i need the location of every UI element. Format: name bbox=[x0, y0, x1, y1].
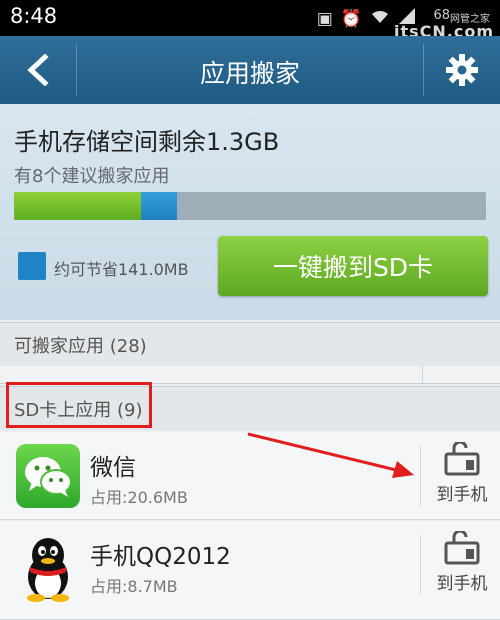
phone-move-icon bbox=[444, 531, 480, 565]
storage-remaining: 手机存储空间剩余1.3GB bbox=[14, 128, 280, 156]
app-name: 手机QQ2012 bbox=[90, 544, 231, 570]
app-name: 微信 bbox=[90, 455, 136, 481]
app-row-qq[interactable]: 手机QQ2012 占用:8.7MB 到手机 bbox=[0, 521, 500, 620]
move-all-to-sd-button[interactable]: 一键搬到SD卡 bbox=[218, 236, 488, 296]
app-size: 占用:8.7MB bbox=[90, 577, 178, 596]
status-time: 8:48 bbox=[10, 4, 58, 28]
storage-used-fill bbox=[14, 192, 142, 220]
section-label: 可搬家应用 (28) bbox=[14, 335, 147, 357]
section-movable-apps[interactable]: 可搬家应用 (28) bbox=[0, 322, 500, 366]
storage-progress-bar bbox=[14, 192, 486, 220]
title-bar: 应用搬家 bbox=[0, 36, 500, 104]
alarm-icon: ⏰ bbox=[340, 8, 362, 29]
storage-panel: 手机存储空间剩余1.3GB 有8个建议搬家应用 约可节省141.0MB 一键搬到… bbox=[0, 104, 500, 320]
image-icon: ▣ bbox=[316, 8, 333, 29]
move-to-phone-label: 到手机 bbox=[436, 485, 488, 505]
wechat-icon bbox=[16, 444, 80, 508]
row-divider bbox=[422, 366, 423, 384]
battery-level: 68 bbox=[433, 8, 450, 23]
app-size: 占用:20.6MB bbox=[90, 488, 188, 507]
row-divider bbox=[420, 535, 421, 595]
storage-saveable-fill bbox=[141, 192, 177, 220]
saveable-legend-swatch bbox=[18, 252, 46, 280]
row-divider bbox=[420, 446, 421, 506]
move-to-phone-label: 到手机 bbox=[436, 574, 488, 594]
suggested-apps-count: 有8个建议搬家应用 bbox=[14, 166, 170, 187]
move-to-phone-button[interactable]: 到手机 bbox=[424, 531, 500, 601]
qq-icon bbox=[16, 533, 80, 602]
highlight-annotation-box bbox=[6, 382, 152, 428]
phone-move-icon bbox=[444, 442, 480, 476]
settings-button[interactable] bbox=[424, 36, 500, 104]
app-row-wechat[interactable]: 微信 占用:20.6MB 到手机 bbox=[0, 432, 500, 520]
move-to-phone-button[interactable]: 到手机 bbox=[424, 442, 500, 512]
saveable-legend-text: 约可节省141.0MB bbox=[54, 260, 189, 279]
gear-icon bbox=[446, 54, 478, 86]
wifi-icon bbox=[370, 7, 390, 30]
